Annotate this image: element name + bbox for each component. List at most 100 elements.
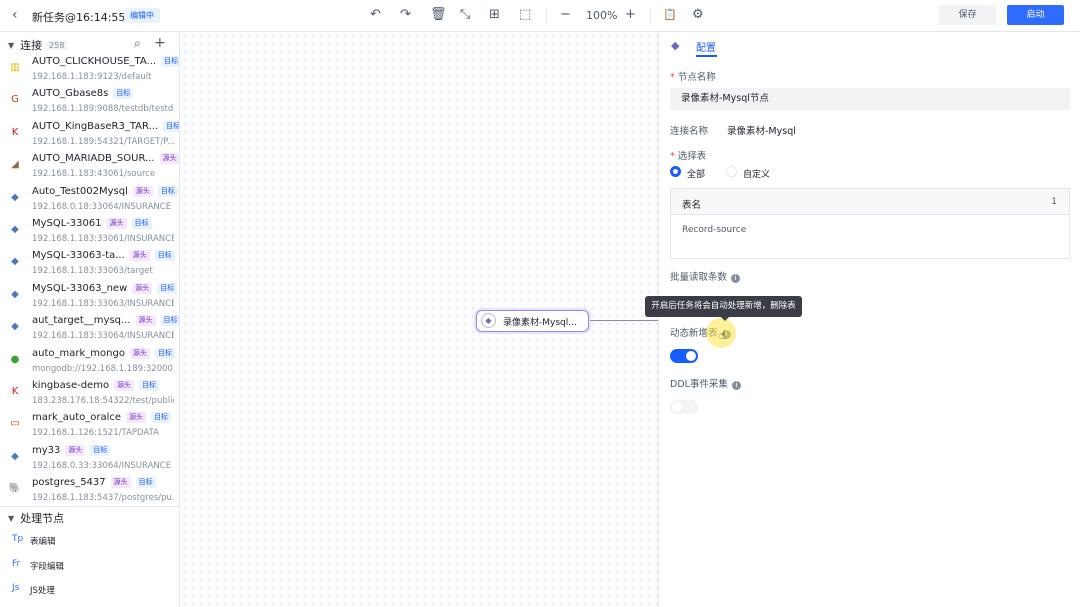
task-title[interactable]: 新任务@16:14:55 [32, 9, 125, 25]
connection-item[interactable]: Kkingbase-demo 源头 目标 183.238.176.18:54322/t… [0, 379, 179, 411]
processing-node-icon: Tp [12, 534, 24, 544]
connection-address: 192.168.1.189:9088/testdb/testdb [32, 104, 174, 115]
batch-read-label: 批量读取条数 i [670, 269, 741, 283]
zoom-level: 100% [586, 9, 618, 22]
table-list: 表名 1 Record-source [670, 188, 1070, 259]
auto-layout-icon[interactable]: ⊞ [489, 8, 500, 22]
dag-canvas[interactable]: ◆ 录像素材-Mysql... [181, 32, 658, 607]
undo-icon[interactable]: ↶ [370, 8, 381, 22]
processing-node-label: JS处理 [30, 586, 55, 596]
connection-item[interactable]: ◆ aut_target__mysq... 源头 目标 192.168.1.183:33… [0, 314, 179, 346]
connection-db-icon: K [11, 386, 19, 397]
connection-db-icon: ▭ [10, 418, 20, 430]
processing-node-item[interactable]: Tp 表编辑 [0, 532, 179, 552]
connection-item[interactable]: K AUTO_KingBaseR3_TAR... 目标 192.168.1.189:5… [0, 120, 179, 152]
connection-address: 192.168.0.18:33064/INSURANCE [32, 201, 172, 212]
save-button[interactable]: 保存 [939, 5, 996, 25]
connections-count: 258 [46, 40, 68, 50]
toolbar-divider [650, 8, 651, 24]
target-tag: 目标 [139, 380, 160, 391]
connections-section-header[interactable]: ▼ 连接 258 [8, 37, 68, 53]
connection-address: 183.238.176.18:54322/test/public [32, 396, 174, 406]
ddl-event-label: DDL事件采集 i [670, 376, 741, 390]
connection-name: postgres_5437 源头 目标 [32, 477, 156, 489]
table-row[interactable]: Record-source [682, 225, 746, 235]
radio-all[interactable] [670, 166, 681, 177]
processing-node-icon: Fr [12, 558, 21, 569]
add-connection-icon[interactable]: + [154, 35, 166, 51]
toggle-knob [686, 351, 696, 361]
radio-custom[interactable] [726, 166, 737, 177]
processing-title: 处理节点 [20, 512, 65, 525]
connection-address: 192.168.1.183:43061/source [32, 169, 156, 180]
mysql-icon: ◆ [481, 313, 496, 328]
connection-item[interactable]: ◆ MySQL-33063-ta... 源头 目标 192.168.1.183:3306… [0, 249, 179, 281]
source-node[interactable]: ◆ 录像素材-Mysql... [476, 310, 589, 332]
source-tag: 源头 [132, 185, 153, 197]
status-badge: 编辑中 [124, 8, 160, 23]
node-name-input[interactable]: 录像素材-Mysql节点 [670, 88, 1070, 110]
clipboard-icon[interactable]: 📋 [663, 8, 677, 22]
radio-custom-label[interactable]: 自定义 [743, 167, 770, 180]
connection-address: 192.168.1.183:33063/INSURANCE [32, 298, 174, 309]
connection-name: auto_mark_mongo 源头 目标 [32, 347, 175, 359]
zoom-out-icon[interactable]: − [560, 8, 571, 22]
connection-item[interactable]: G AUTO_Gbase8s 目标 192.168.1.189:9088/testdb… [0, 87, 179, 119]
connection-db-icon: ◆ [11, 256, 19, 268]
back-arrow-icon[interactable]: ‹ [12, 8, 18, 22]
connection-address: 192.168.1.189:54321/TARGET/P... [32, 136, 174, 147]
connection-name: MySQL-33063_new 源头 目标 [32, 282, 178, 294]
source-tag: 源头 [129, 347, 150, 359]
settings-gear-icon[interactable]: ⚙ [692, 8, 704, 22]
target-tag: 目标 [90, 444, 111, 456]
tab-config[interactable]: 配置 [696, 39, 716, 54]
connection-db-icon: ◆ [11, 224, 19, 235]
target-tag: 目标 [154, 347, 175, 359]
toolbar-divider [546, 8, 547, 24]
connection-item[interactable]: ◆ MySQL-33061 源头 目标 192.168.1.183:33061/INSU… [0, 217, 179, 249]
connection-address: 192.168.1.183:33064/INSURANCE [32, 331, 174, 342]
dynamic-table-toggle[interactable] [670, 349, 698, 363]
source-tag: 源头 [110, 477, 131, 489]
connection-name: aut_target__mysq... 源头 目标 [32, 315, 179, 327]
connection-item[interactable]: 🐘 postgres_5437 源头 目标 192.168.1.183:5437/pos… [0, 476, 179, 508]
connections-title: 连接 [20, 39, 43, 52]
left-sidebar: ▼ 连接 258 ⌕ + ▥ AUTO_CLICKHOUSE_TA... 目标 192… [0, 32, 180, 607]
processing-node-item[interactable]: Js JS处理 [0, 581, 179, 601]
processing-node-item[interactable]: Fr 字段编辑 [0, 557, 179, 577]
connection-item[interactable]: ◆ MySQL-33063_new 源头 目标 192.168.1.183:33063/… [0, 282, 179, 314]
source-tag: 源头 [159, 153, 179, 165]
start-button[interactable]: 启动 [1007, 5, 1064, 25]
connection-db-icon: 🐘 [8, 483, 22, 495]
source-tag: 源头 [114, 380, 135, 391]
fit-view-icon[interactable]: ⤡ [460, 8, 470, 22]
connection-db-icon: G [11, 94, 19, 106]
target-tag: 目标 [131, 218, 152, 229]
connection-item[interactable]: ◢ AUTO_MARIADB_SOUR... 源头 192.168.1.183:430… [0, 152, 179, 184]
info-icon[interactable]: i [731, 381, 741, 390]
tooltip: 开启后任务将会自动处理新增，删除表 [645, 296, 802, 321]
radio-all-label[interactable]: 全部 [687, 167, 705, 180]
connection-db-icon: ◆ [11, 450, 19, 462]
connection-item[interactable]: ◆ my33 源头 目标 192.168.0.33:33064/INSURANCE [0, 444, 179, 476]
target-tag: 目标 [163, 120, 179, 132]
toggle-knob [672, 402, 682, 412]
search-icon[interactable]: ⌕ [134, 36, 141, 51]
ddl-event-toggle[interactable] [670, 400, 698, 414]
connection-name: AUTO_Gbase8s 目标 [32, 88, 134, 100]
processing-section-header[interactable]: ▼ 处理节点 [8, 510, 64, 526]
zoom-in-icon[interactable]: + [625, 8, 636, 22]
connection-item[interactable]: ▥ AUTO_CLICKHOUSE_TA... 目标 192.168.1.183:91… [0, 55, 179, 87]
target-tag: 目标 [135, 477, 156, 489]
redo-icon[interactable]: ↷ [400, 8, 411, 22]
connection-item[interactable]: ● auto_mark_mongo 源头 目标 mongodb://192.168.1.… [0, 347, 179, 379]
connection-item[interactable]: ◆ Auto_Test002Mysql 源头 目标 192.168.0.18:33064… [0, 185, 179, 217]
connection-name: MySQL-33063-ta... 源头 目标 [32, 250, 175, 262]
active-tab-underline [696, 55, 717, 57]
select-mode-icon[interactable]: ⬚ [519, 8, 531, 22]
connection-name: Auto_Test002Mysql 源头 目标 [32, 185, 178, 197]
connection-item[interactable]: ▭ mark_auto_oralce 源头 目标 192.168.1.126:1521/… [0, 411, 179, 443]
info-icon[interactable]: i [731, 274, 741, 283]
target-tag: 目标 [154, 250, 175, 262]
delete-icon[interactable]: 🗑 [430, 8, 447, 22]
